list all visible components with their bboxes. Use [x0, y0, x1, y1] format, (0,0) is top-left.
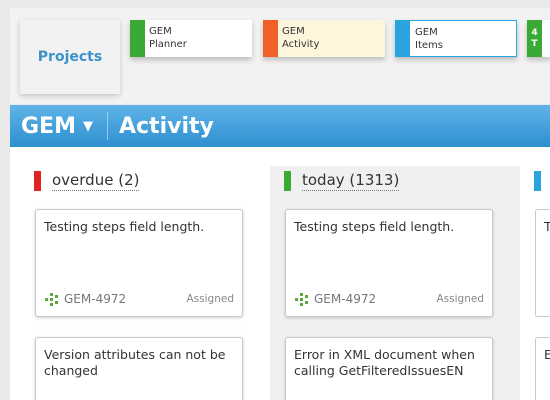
card-title: T [544, 219, 550, 235]
column-header: overdue (2) [34, 166, 140, 196]
page-header: GEM ▼ Activity [10, 105, 550, 147]
project-name: GEM [21, 113, 76, 139]
activity-card[interactable]: Testing steps field length. GEM-4972 Ass… [35, 209, 243, 317]
app-tile-line1: GEM [415, 27, 438, 38]
app-tile-line2: Planner [149, 39, 187, 50]
app-tile-items[interactable]: GEM Items [395, 20, 517, 57]
app-tile-partial[interactable]: 4 T [527, 20, 550, 57]
card-title: Testing steps field length. [44, 219, 205, 234]
app-tile-planner[interactable]: GEM Planner [130, 20, 252, 57]
column-title[interactable]: today (1313) [302, 171, 400, 191]
page-title: Activity [118, 113, 214, 139]
card-footer: GEM-4972 Assigned [295, 291, 484, 307]
card-status: Assigned [186, 293, 235, 305]
app-tile-line2: T [531, 39, 538, 49]
app-tile-color-bar: 4 T [527, 20, 542, 57]
card-clip: T [535, 209, 550, 317]
column-color-marker [284, 171, 291, 191]
column-color-marker [534, 171, 541, 191]
card-title: E [544, 347, 550, 363]
activity-card[interactable]: T [535, 209, 550, 317]
card-item-key[interactable]: GEM-4972 [314, 291, 376, 307]
activity-card[interactable]: Testing steps field length. GEM-4972 Ass… [285, 209, 493, 317]
projects-button[interactable]: Projects [20, 20, 120, 94]
project-selector[interactable]: GEM ▼ [10, 114, 93, 139]
app-tile-color-bar [396, 21, 410, 56]
caret-down-icon: ▼ [82, 118, 93, 134]
activity-card[interactable]: Error in XML document when calling GetFi… [285, 337, 493, 400]
column-color-marker [34, 171, 41, 191]
card-clip: E [535, 337, 550, 400]
column-header [534, 166, 550, 196]
app-tile-color-bar [263, 20, 278, 57]
column-header: today (1313) [284, 166, 400, 196]
app-tile-line1: GEM [149, 26, 172, 37]
card-item-key[interactable]: GEM-4972 [64, 291, 126, 307]
app-tile-color-bar [130, 20, 145, 57]
column-title[interactable]: overdue (2) [52, 171, 140, 191]
app-tile-line1: 4 [531, 28, 538, 38]
task-key-icon [45, 293, 59, 306]
app-tile-activity[interactable]: GEM Activity [263, 20, 385, 57]
task-key-icon [295, 293, 309, 306]
card-title: Testing steps field length. [294, 219, 455, 234]
app-tile-line1: GEM [282, 26, 305, 37]
card-title: Error in XML document when calling GetFi… [294, 347, 475, 378]
header-divider [106, 112, 108, 140]
activity-card[interactable]: E [535, 337, 550, 400]
card-status: Assigned [436, 293, 485, 305]
activity-card[interactable]: Version attributes can not be changed [35, 337, 243, 400]
app-tile-line2: Activity [282, 39, 320, 50]
card-title: Version attributes can not be changed [44, 347, 226, 378]
app-tile-line2: Items [415, 40, 443, 51]
card-footer: GEM-4972 Assigned [45, 291, 234, 307]
